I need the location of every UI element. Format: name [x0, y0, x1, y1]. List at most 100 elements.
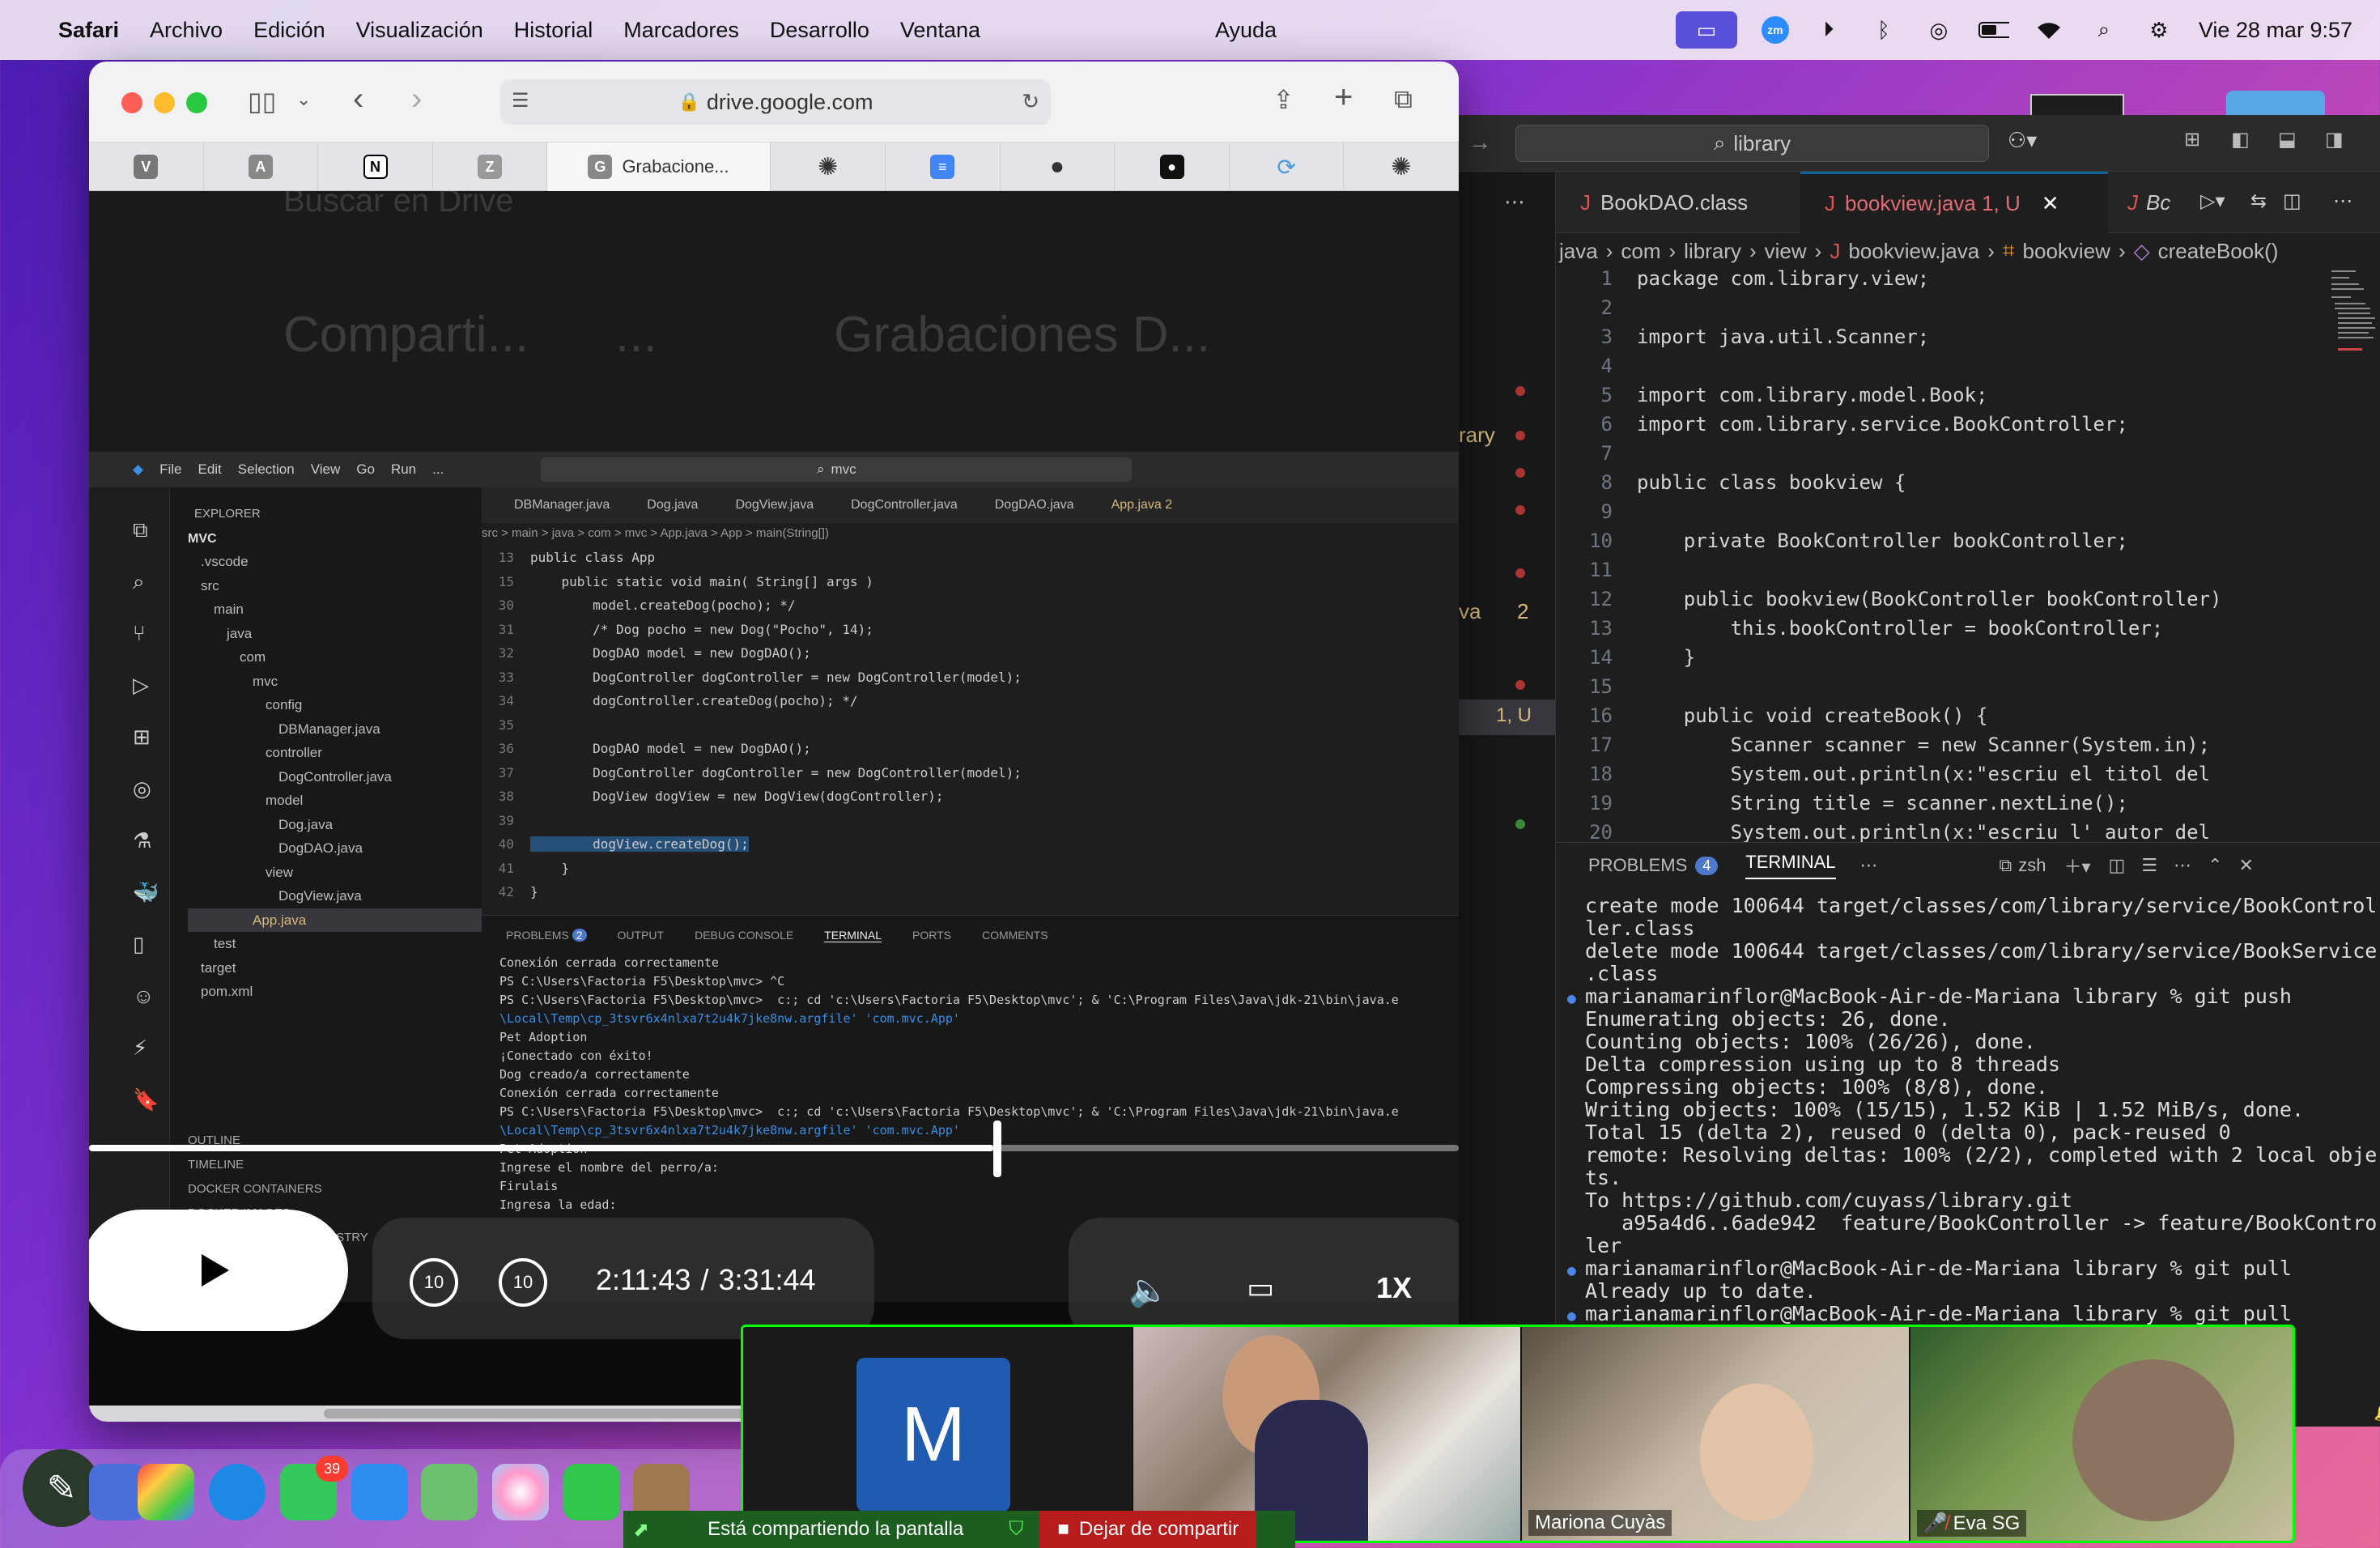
code-line[interactable]: 18 System.out.println(x:"escriu el titol… [1556, 763, 2325, 792]
menu-ventana[interactable]: Ventana [900, 18, 980, 43]
terminal-output[interactable]: create mode 100644 target/classes/com/li… [1567, 895, 2377, 1348]
tab-github-2[interactable]: ● [1115, 142, 1230, 191]
mail-icon[interactable] [351, 1464, 408, 1520]
secondary-sidebar-icon[interactable]: ◨ [2325, 128, 2344, 151]
forward-10-button[interactable]: 10 [499, 1258, 547, 1307]
crumb[interactable]: library [1684, 239, 1741, 264]
maximize-panel-icon[interactable]: ⌃ [2208, 855, 2222, 876]
tab-docs[interactable]: ≡ [886, 142, 1001, 191]
menu-historial[interactable]: Historial [514, 18, 593, 43]
code-line[interactable]: 14 } [1556, 646, 2325, 675]
page-menu-icon[interactable]: ☰ [512, 89, 529, 113]
code-line[interactable]: 5 import com.library.model.Book; [1556, 384, 2325, 413]
menu-edicion[interactable]: Edición [253, 18, 325, 43]
code-line[interactable]: 8 public class bookview { [1556, 471, 2325, 500]
bluetooth-icon[interactable]: ᛒ [1868, 18, 1899, 42]
more-icon[interactable]: ⋯ [1504, 189, 1525, 215]
split-terminal-icon[interactable]: ◫ [2109, 855, 2126, 876]
crumb[interactable]: createBook() [2158, 239, 2279, 264]
search-icon[interactable]: ⌕ [2089, 17, 2119, 42]
speed-button[interactable]: 1X [1376, 1271, 1412, 1305]
volume-icon[interactable]: 🔈 [1128, 1271, 1169, 1309]
code-line[interactable]: 12 public bookview(BookController bookCo… [1556, 588, 2325, 617]
control-center-icon[interactable]: ⚙ [2144, 18, 2174, 42]
close-tab-icon[interactable]: ✕ [2042, 191, 2059, 216]
copilot-icon[interactable]: ⚇▾ [2008, 128, 2037, 153]
git-compare-icon[interactable]: ⇆ [2250, 189, 2267, 213]
more-actions-icon[interactable]: ⋯ [2333, 189, 2352, 213]
tab-problems[interactable]: PROBLEMS [1588, 855, 1687, 876]
tab-a[interactable]: A [204, 142, 319, 191]
code-line[interactable]: 3 import java.util.Scanner; [1556, 325, 2325, 355]
arrow-right-icon[interactable]: → [1468, 130, 1491, 155]
tab-grabaciones[interactable]: G Grabacione... [547, 142, 771, 191]
tab-notion[interactable]: N [318, 142, 433, 191]
code-line[interactable]: 17 Scanner scanner = new Scanner(System.… [1556, 734, 2325, 763]
tab-overview-icon[interactable]: ⧉ [1394, 84, 1413, 115]
command-search[interactable]: ⌕ library [1515, 125, 1989, 162]
panel-toggle-icon[interactable]: ⬓ [2278, 128, 2297, 151]
zoom-window-button[interactable] [186, 92, 207, 113]
menu-ayuda[interactable]: Ayuda [1215, 18, 1277, 43]
tab-bookview-java[interactable]: J bookview.java 1, U ✕ [1800, 172, 2108, 233]
close-window-button[interactable] [121, 92, 142, 113]
code-line[interactable]: 11 [1556, 559, 2325, 588]
split-editor-icon[interactable]: ◫ [2283, 189, 2301, 213]
back-button[interactable]: ‹ [353, 81, 363, 117]
folder-icon[interactable] [2226, 91, 2325, 118]
participant-tile-eva[interactable]: 🎤̸ Eva SG [1910, 1327, 2293, 1541]
minimize-window-button[interactable] [154, 92, 175, 113]
progress-scrubber[interactable] [993, 1121, 1001, 1177]
wifi-icon[interactable] [2034, 18, 2064, 42]
tab-chatgpt-2[interactable]: ✺ [1344, 142, 1459, 191]
zoom-icon[interactable]: zm [1761, 16, 1789, 44]
layout-icon[interactable]: ⊞ [2184, 128, 2200, 151]
play-circle-icon[interactable]: ⏵ [1813, 17, 1844, 42]
address-bar[interactable]: ☰ 🔒 drive.google.com ↻ [500, 79, 1051, 125]
stop-sharing-button[interactable]: ■ Dejar de compartir [1039, 1511, 1257, 1548]
menu-datetime[interactable]: Vie 28 mar 9:57 [2199, 18, 2352, 43]
crumb[interactable]: view [1765, 239, 1807, 264]
menu-desarrollo[interactable]: Desarrollo [770, 18, 869, 43]
forward-button[interactable]: › [411, 81, 422, 117]
code-line[interactable]: 16 public void createBook() { [1556, 704, 2325, 734]
tab-v[interactable]: V [89, 142, 204, 191]
crumb[interactable]: com [1621, 239, 1660, 264]
kill-terminal-icon[interactable]: ☰ [2141, 855, 2157, 876]
new-terminal-icon[interactable]: ＋▾ [2064, 853, 2091, 878]
crumb[interactable]: java [1559, 239, 1598, 264]
launchpad-icon[interactable] [138, 1464, 194, 1520]
menu-app-name[interactable]: Safari [58, 18, 119, 43]
code-line[interactable]: 4 [1556, 355, 2325, 384]
airdrop-icon[interactable]: ◎ [1923, 18, 1954, 42]
tab-bookdao-class[interactable]: J BookDAO.class [1556, 172, 1799, 233]
code-line[interactable]: 19 String title = scanner.nextLine(); [1556, 792, 2325, 821]
code-line[interactable]: 10 private BookController bookController… [1556, 529, 2325, 559]
rewind-10-button[interactable]: 10 [410, 1258, 458, 1307]
menu-visualizacion[interactable]: Visualización [356, 18, 483, 43]
maps-icon[interactable] [421, 1464, 478, 1520]
reload-icon[interactable]: ↻ [1022, 89, 1039, 114]
close-panel-icon[interactable]: ✕ [2239, 855, 2254, 876]
menu-archivo[interactable]: Archivo [150, 18, 223, 43]
tab-github[interactable]: ● [1001, 142, 1116, 191]
code-line[interactable]: 7 [1556, 442, 2325, 471]
tab-chatgpt[interactable]: ✺ [771, 142, 886, 191]
tab-z[interactable]: Z [433, 142, 548, 191]
sidebar-icon[interactable]: ▯▯ [248, 86, 276, 117]
code-line[interactable]: 1 package com.library.view; [1556, 267, 2325, 296]
chevron-down-icon[interactable]: ⌄ [296, 89, 311, 110]
screen-share-icon[interactable]: ▭ [1675, 11, 1737, 49]
crumb[interactable]: bookview.java [1848, 239, 1979, 264]
more-actions-icon[interactable]: ⋯ [2174, 855, 2191, 876]
code-line[interactable]: 6 import com.library.service.BookControll… [1556, 413, 2325, 442]
share-icon[interactable]: ⇪ [1273, 84, 1294, 115]
terminal-shell-name[interactable]: zsh [2018, 855, 2046, 876]
tab-bookcontroller[interactable]: J Bc [2111, 172, 2184, 233]
more-icon[interactable]: ⋯ [1860, 855, 1878, 876]
drive-video-player[interactable]: Buscar en Drive Comparti... ... Grabacio… [89, 191, 1459, 1422]
facetime-icon[interactable] [563, 1464, 620, 1520]
play-button[interactable] [89, 1210, 348, 1331]
minimap[interactable] [2325, 267, 2380, 364]
battery-icon[interactable] [1978, 18, 2009, 42]
